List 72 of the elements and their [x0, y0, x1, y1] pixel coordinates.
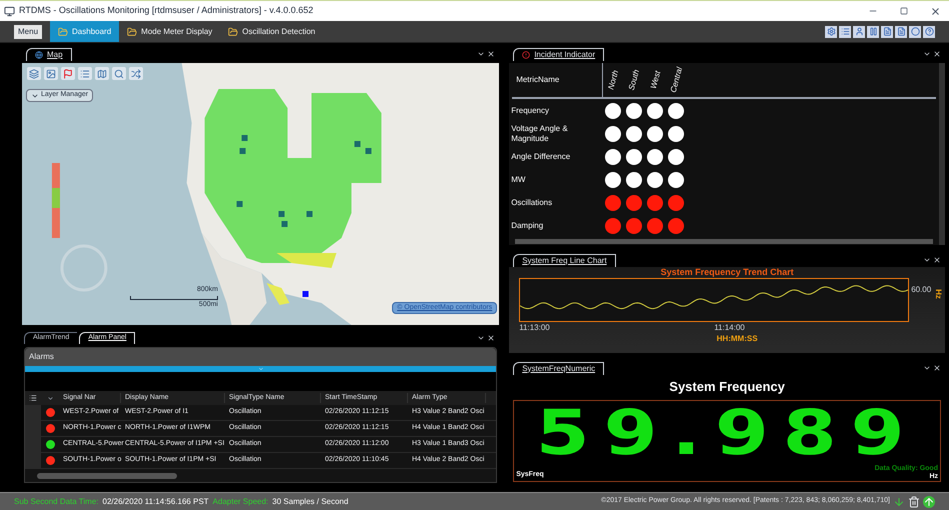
axis-tick: 60.00	[911, 284, 932, 296]
app-icon	[4, 6, 15, 16]
panel-tab[interactable]: System Freq Line Chart	[513, 254, 616, 266]
tab[interactable]: Oscillation Detection	[220, 21, 324, 42]
scrollbar[interactable]	[37, 472, 177, 478]
page-icon[interactable]	[895, 26, 907, 38]
status-value: 02/26/2020 11:14:56.166 PST	[102, 496, 209, 508]
column-header: West	[648, 70, 663, 90]
column-header: MetricName	[516, 74, 560, 86]
column-header: North	[605, 69, 622, 91]
card-title: Alarms	[29, 351, 54, 363]
dropdown-icon[interactable]	[923, 50, 931, 58]
panel-title: System Frequency	[668, 378, 786, 396]
metric-name: Frequency	[510, 106, 550, 116]
axis-unit: Hz	[933, 289, 944, 299]
folder-icon	[58, 26, 68, 36]
download-icon[interactable]	[893, 496, 905, 508]
close-icon[interactable]	[933, 256, 941, 264]
close-icon[interactable]	[487, 334, 496, 342]
close-icon[interactable]	[933, 50, 941, 58]
close-icon[interactable]	[487, 50, 496, 58]
search-icon[interactable]	[112, 67, 126, 80]
dropdown-icon[interactable]	[923, 364, 931, 372]
frequency-value: 59.989	[536, 402, 918, 464]
circle-icon[interactable]	[909, 26, 921, 38]
sort-icon[interactable]	[46, 394, 54, 402]
layers-icon[interactable]	[27, 67, 41, 80]
metric-name: Oscillations	[510, 198, 554, 208]
window-title: RTDMS - Oscillations Monitoring [rtdmsuser / Administrators] - v.4.0.0.652	[19, 4, 314, 18]
close-icon[interactable]	[933, 364, 941, 372]
folder-icon	[127, 26, 138, 36]
metric-name: Damping	[510, 220, 544, 230]
upload-icon[interactable]	[923, 496, 935, 508]
tab[interactable]: Mode Meter Display	[119, 21, 220, 42]
maximize-icon[interactable]	[900, 7, 908, 15]
globe-icon	[35, 50, 43, 58]
panel-tab[interactable]: Map	[26, 48, 72, 60]
chart-title: System Frequency Trend Chart	[660, 267, 794, 278]
axis-tick: 11:13:00	[519, 322, 551, 334]
user-icon[interactable]	[853, 26, 865, 38]
axis-label: HH:MM:SS	[716, 334, 758, 344]
flag-icon[interactable]	[61, 67, 75, 80]
metric-name: Voltage Angle & Magnitude	[510, 124, 569, 144]
metric-name: MW	[510, 174, 526, 184]
list-icon[interactable]	[78, 67, 92, 80]
metric-name: Angle Difference	[510, 152, 572, 162]
list-icon[interactable]	[839, 26, 851, 38]
folder-icon	[228, 26, 238, 36]
column-header: South	[626, 68, 642, 92]
status-label: Sub Second Data Time:	[14, 496, 98, 508]
status-value: 30 Samples / Second	[272, 496, 348, 508]
clear-icon[interactable]	[908, 496, 920, 508]
dropdown-icon[interactable]	[477, 334, 486, 342]
panel-tab[interactable]: Incident Indicator	[513, 48, 604, 60]
image-icon[interactable]	[44, 67, 58, 80]
pause-icon[interactable]	[867, 26, 879, 38]
document-icon[interactable]	[881, 26, 893, 38]
scrollbar[interactable]	[515, 238, 933, 244]
map-icon[interactable]	[95, 67, 109, 80]
tab[interactable]: Dashboard	[50, 21, 120, 42]
column-chooser-icon[interactable]	[29, 394, 37, 402]
dropdown-icon[interactable]	[923, 256, 931, 264]
panel-tab[interactable]: SystemFreqNumeric	[513, 362, 604, 374]
dropdown-icon[interactable]	[477, 50, 486, 58]
menu-button[interactable]: Menu	[14, 24, 42, 38]
alert-icon	[522, 50, 530, 58]
help-icon[interactable]	[923, 26, 935, 38]
column-header: Central	[668, 66, 685, 94]
status-label: Adapter Speed:	[212, 496, 268, 508]
close-icon[interactable]	[930, 6, 941, 16]
axis-tick: 11:14:00	[714, 322, 745, 334]
shuffle-icon[interactable]	[129, 67, 143, 80]
